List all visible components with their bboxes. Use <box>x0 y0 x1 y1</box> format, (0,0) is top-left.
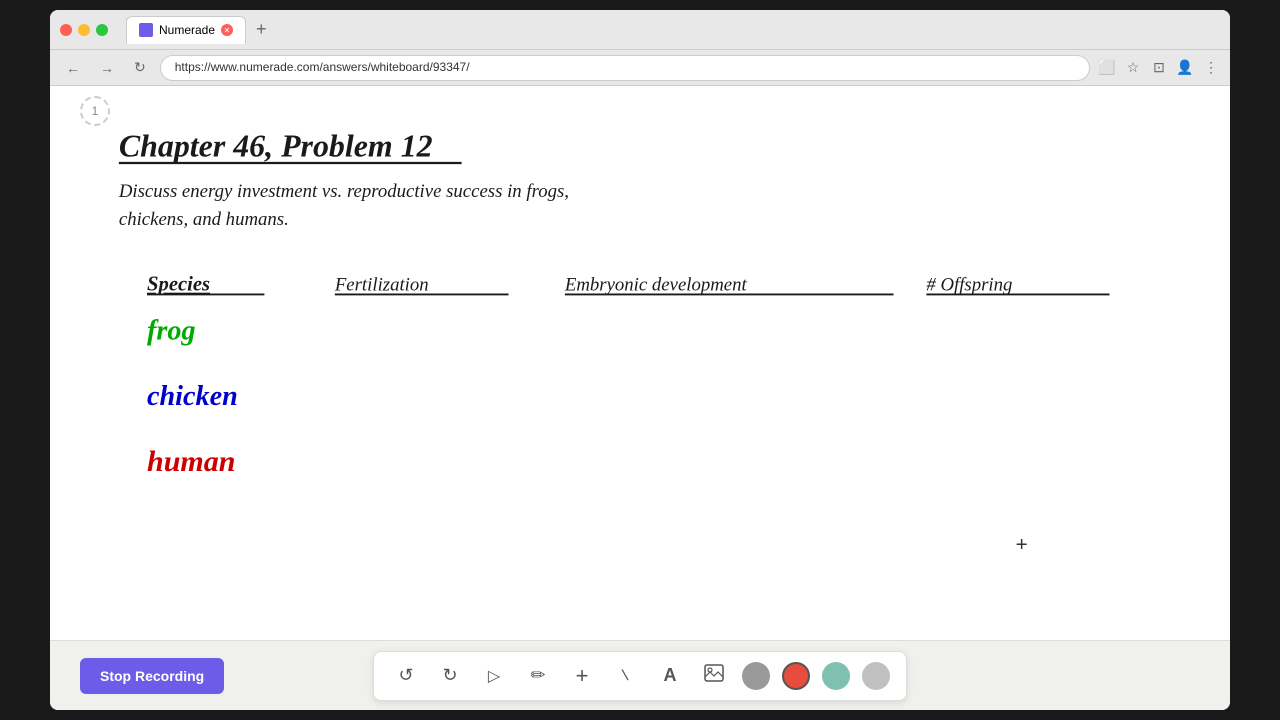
browser-toolbar-icons: ⬜ ☆ ⊡ 👤 ⋮ <box>1098 59 1220 77</box>
profile-icon[interactable]: 👤 <box>1176 59 1194 77</box>
url-bar[interactable]: https://www.numerade.com/answers/whitebo… <box>160 55 1090 81</box>
refresh-button[interactable]: ↻ <box>128 57 152 78</box>
image-button[interactable] <box>698 660 730 692</box>
whiteboard-canvas: Chapter 46, Problem 12 Discuss energy in… <box>50 86 1230 640</box>
svg-text:frog: frog <box>147 316 196 347</box>
svg-text:+: + <box>1016 533 1028 556</box>
drawing-toolbar: ↺ ↻ ▷ ✏ + / A <box>373 651 907 701</box>
tab-favicon <box>139 23 153 37</box>
text-icon: A <box>664 665 677 686</box>
stop-recording-button[interactable]: Stop Recording <box>80 658 224 694</box>
eraser-icon: / <box>618 668 634 684</box>
forward-button[interactable]: → <box>94 58 120 78</box>
tab-title: Numerade <box>159 23 215 37</box>
text-button[interactable]: A <box>654 660 686 692</box>
redo-button[interactable]: ↻ <box>434 660 466 692</box>
menu-icon[interactable]: ⋮ <box>1202 59 1220 77</box>
bottom-area: Stop Recording ↺ ↻ ▷ ✏ + <box>50 640 1230 710</box>
eraser-button[interactable]: / <box>610 660 642 692</box>
bookmark-icon[interactable]: ☆ <box>1124 59 1142 77</box>
color-light-gray-button[interactable] <box>862 662 890 690</box>
select-button[interactable]: ▷ <box>478 660 510 692</box>
address-bar: ← → ↻ https://www.numerade.com/answers/w… <box>50 50 1230 86</box>
maximize-button[interactable] <box>96 24 108 36</box>
color-gray-button[interactable] <box>742 662 770 690</box>
redo-icon: ↻ <box>442 665 457 686</box>
undo-icon: ↺ <box>398 665 413 686</box>
pencil-icon: ✏ <box>530 665 545 686</box>
pencil-button[interactable]: ✏ <box>522 660 554 692</box>
screen-cast-icon[interactable]: ⬜ <box>1098 59 1116 77</box>
traffic-lights <box>60 24 108 36</box>
new-tab-button[interactable]: + <box>250 19 273 40</box>
svg-text:Chapter 46, Problem 12: Chapter 46, Problem 12 <box>119 128 433 163</box>
content-area: 1 Chapter 46, Problem 12 Discuss energy … <box>50 86 1230 640</box>
browser-window: Numerade ✕ + ← → ↻ https://www.numerade.… <box>50 10 1230 710</box>
svg-text:Discuss energy investment vs.: Discuss energy investment vs. reproducti… <box>118 181 569 202</box>
tab-bar: Numerade ✕ + <box>126 16 273 44</box>
tab-close-button[interactable]: ✕ <box>221 24 233 36</box>
svg-text:Embryonic development: Embryonic development <box>564 275 748 296</box>
svg-text:human: human <box>147 445 235 478</box>
svg-text:chickens, and humans.: chickens, and humans. <box>119 209 289 230</box>
undo-button[interactable]: ↺ <box>390 660 422 692</box>
back-button[interactable]: ← <box>60 58 86 78</box>
color-red-button[interactable] <box>782 662 810 690</box>
window-icon[interactable]: ⊡ <box>1150 59 1168 77</box>
plus-icon: + <box>576 663 589 689</box>
title-bar: Numerade ✕ + <box>50 10 1230 50</box>
color-teal-button[interactable] <box>822 662 850 690</box>
svg-text:chicken: chicken <box>147 381 238 412</box>
svg-text:Species: Species <box>147 274 210 296</box>
minimize-button[interactable] <box>78 24 90 36</box>
cursor-icon: ▷ <box>488 666 500 686</box>
close-button[interactable] <box>60 24 72 36</box>
add-button[interactable]: + <box>566 660 598 692</box>
svg-text:# Offspring: # Offspring <box>926 275 1012 296</box>
svg-text:Fertilization: Fertilization <box>334 275 429 296</box>
active-tab[interactable]: Numerade ✕ <box>126 16 246 44</box>
image-icon <box>704 664 724 687</box>
